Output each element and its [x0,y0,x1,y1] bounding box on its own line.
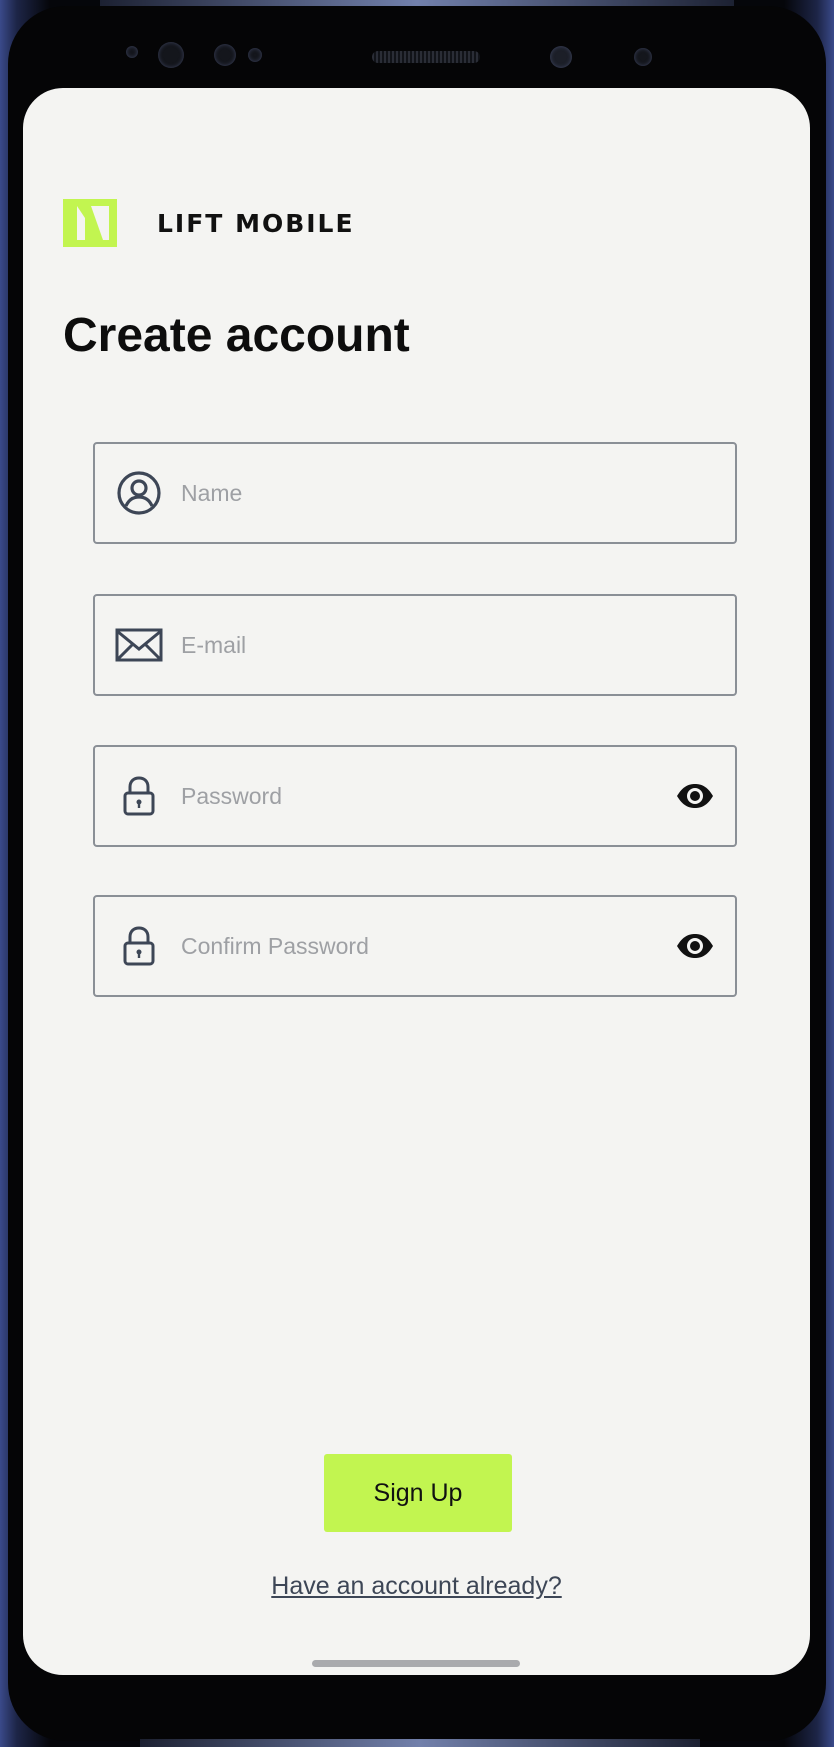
have-account-link[interactable]: Have an account already? [23,1572,810,1601]
front-camera [550,46,572,68]
page-title: Create account [63,309,410,362]
app-screen: LIFT MOBILE Create account Name E-mail S… [23,88,810,1675]
user-circle-icon [115,469,163,517]
sign-up-button[interactable]: Sign Up [324,1454,512,1532]
home-indicator[interactable] [312,1660,520,1667]
email-field[interactable] [93,594,737,696]
name-input[interactable] [181,463,735,523]
light-sensor [214,44,236,66]
lock-icon [115,922,163,970]
lock-icon [115,772,163,820]
proximity-sensor [126,46,138,58]
ambient-sensor [248,48,262,62]
brand-header: LIFT MOBILE [63,198,355,248]
name-field[interactable] [93,442,737,544]
email-input[interactable] [181,615,735,675]
eye-icon[interactable] [673,924,717,968]
brand-name: LIFT MOBILE [157,208,355,238]
lift-mobile-logo-icon [63,199,117,247]
envelope-icon [115,621,163,669]
confirm-password-input[interactable] [181,916,673,976]
password-input[interactable] [181,766,673,826]
confirm-password-field[interactable] [93,895,737,997]
eye-icon[interactable] [673,774,717,818]
iris-sensor [158,42,184,68]
frame-bottom-edge [140,1739,700,1747]
phone-frame: LIFT MOBILE Create account Name E-mail S… [0,0,834,1747]
camera-sensor [634,48,652,66]
password-field[interactable] [93,745,737,847]
earpiece-speaker [372,51,480,63]
